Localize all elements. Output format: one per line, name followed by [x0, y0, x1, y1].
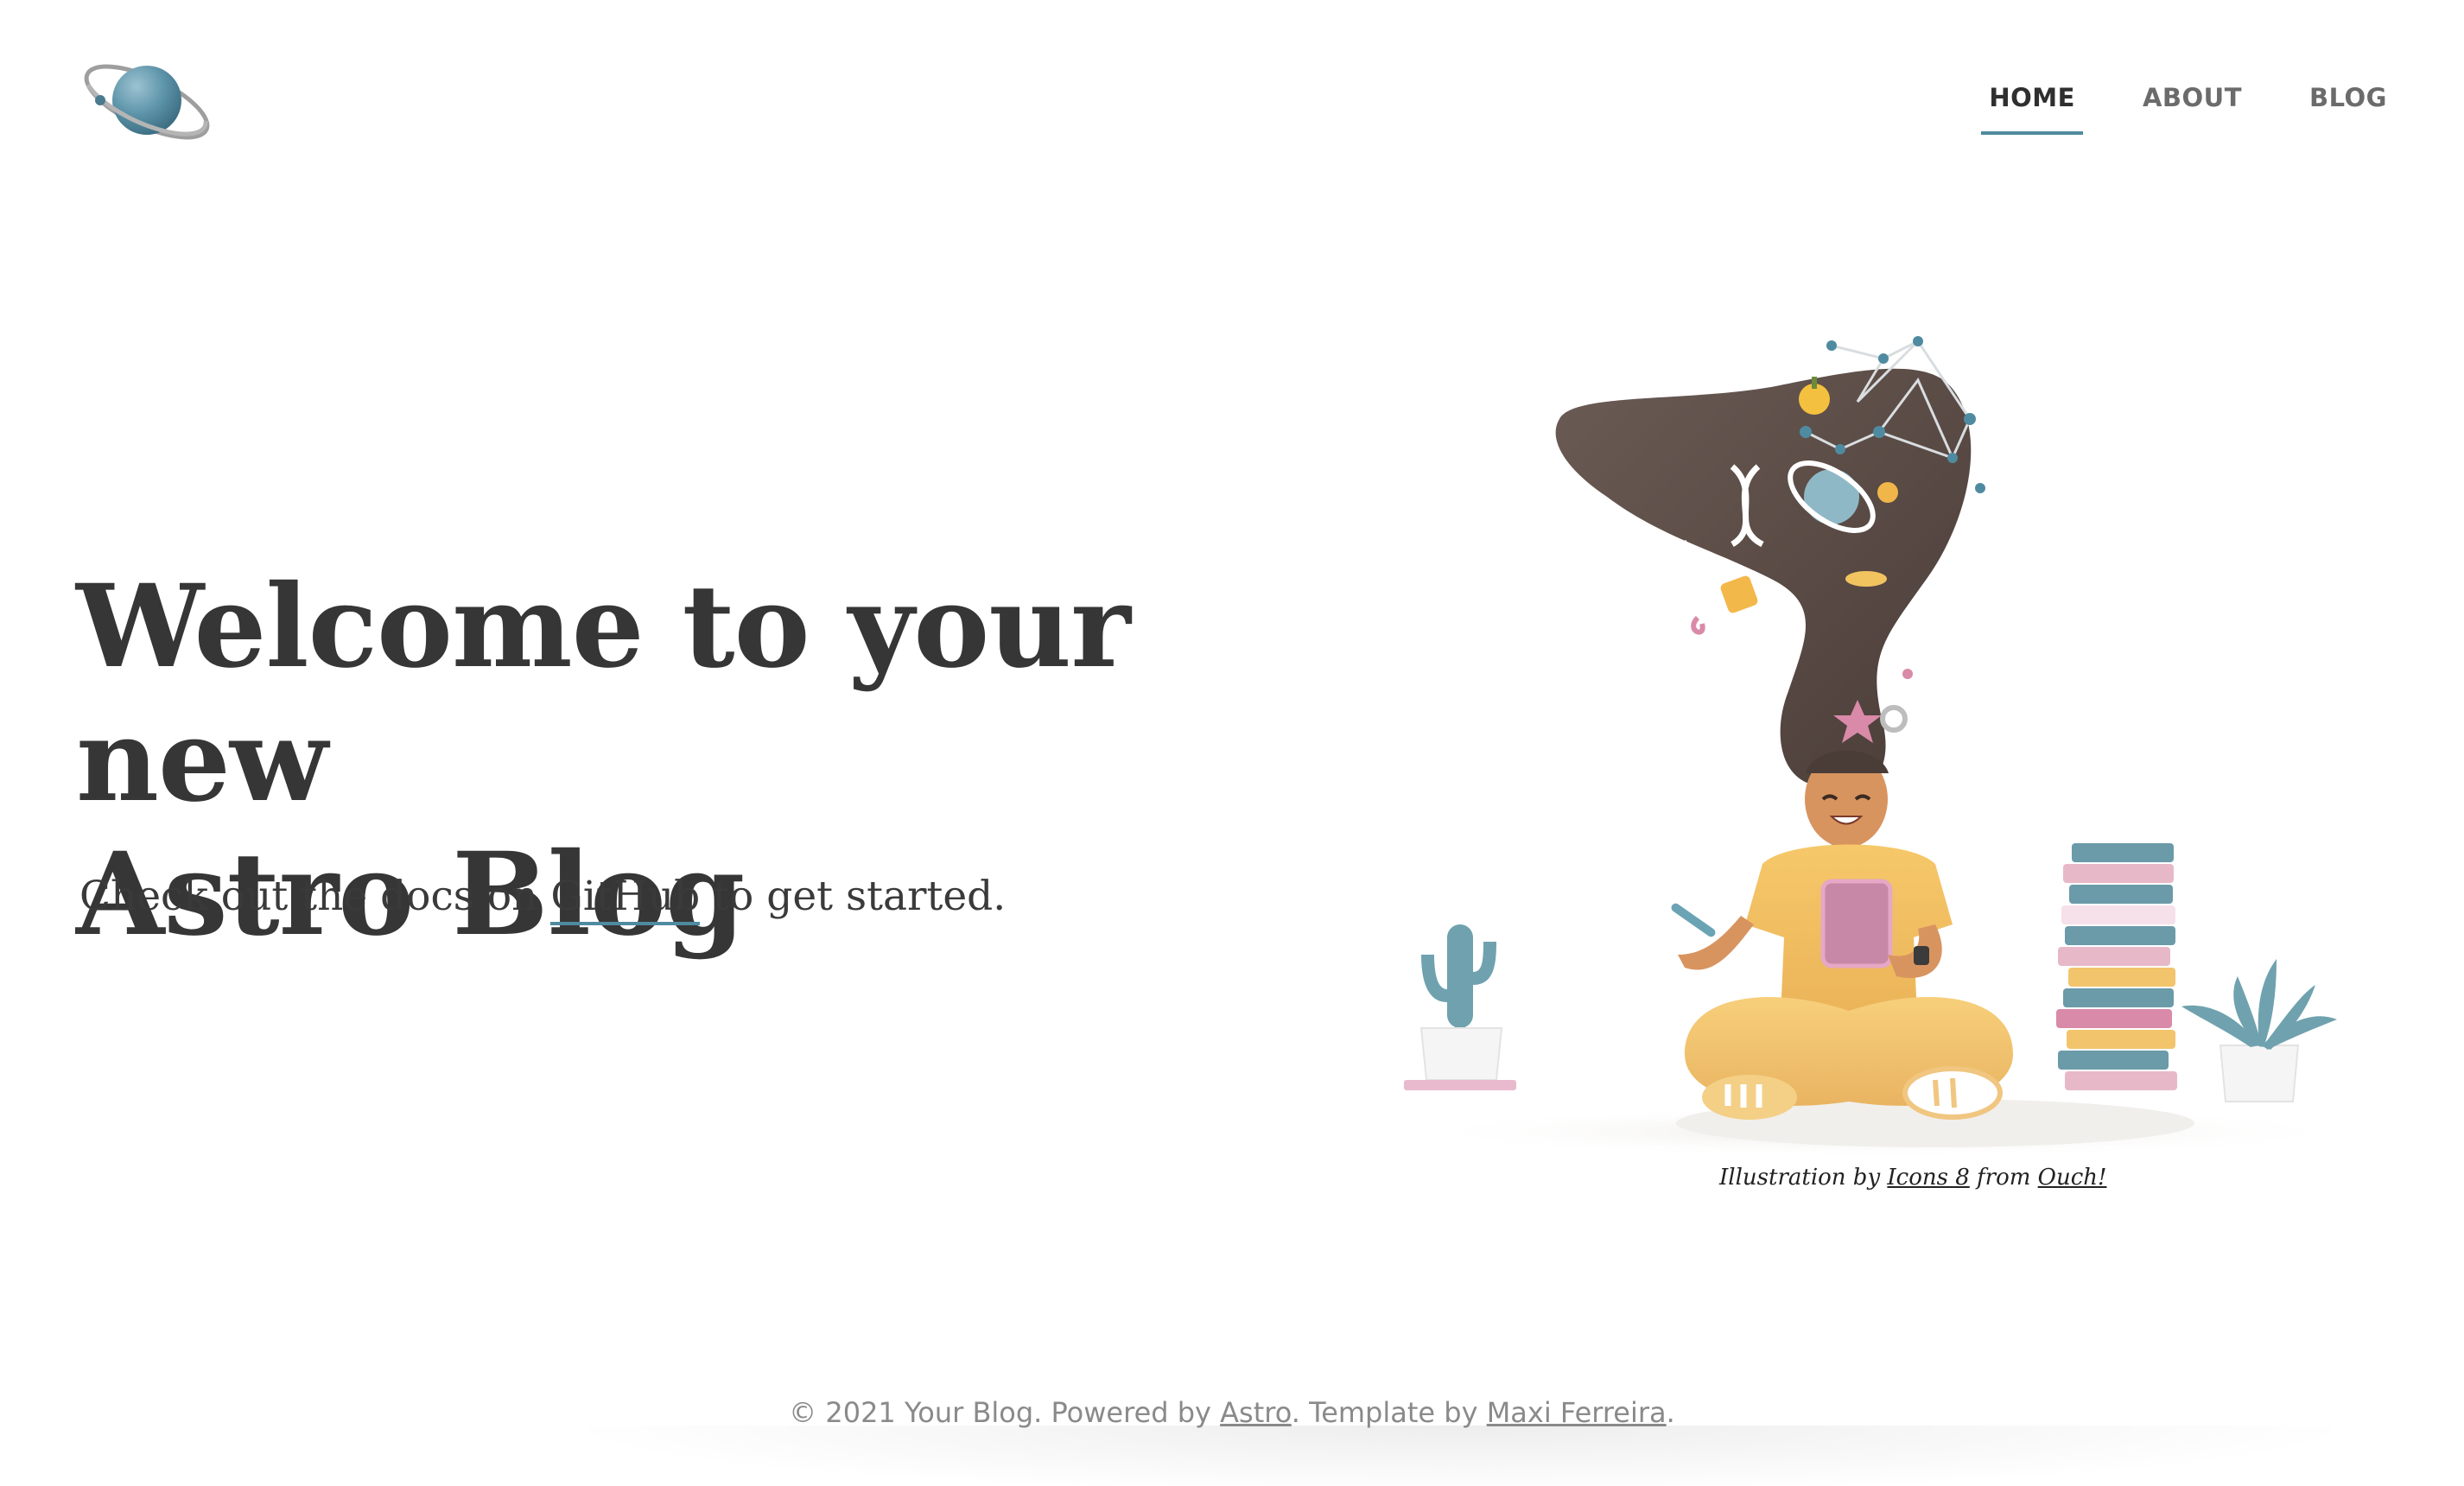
subtitle-text-after: to get started.	[700, 873, 1007, 920]
ouch-link[interactable]: Ouch!	[2038, 1165, 2107, 1191]
nav-blog[interactable]: BLOG	[2302, 83, 2395, 135]
girl-meditating-illustration	[1400, 336, 2367, 1158]
footer-prefix: © 2021 Your Blog. Powered by	[789, 1396, 1221, 1429]
hero-subtitle: Check out the docs on GitHub to get star…	[79, 873, 1007, 925]
planet-logo-icon	[84, 64, 210, 140]
icons8-link[interactable]: Icons 8	[1887, 1165, 1969, 1191]
github-link[interactable]: GitHub	[550, 873, 701, 925]
astro-link[interactable]: Astro	[1220, 1396, 1292, 1429]
subtitle-text-before: Check out the docs on	[79, 873, 551, 920]
maxi-ferreira-link[interactable]: Maxi Ferreira	[1487, 1396, 1667, 1429]
title-line-1: Welcome to your new	[76, 560, 1131, 828]
caption-prefix: Illustration by	[1719, 1165, 1888, 1191]
nav-home[interactable]: HOME	[1981, 83, 2083, 135]
page: HOME ABOUT BLOG Welcome to your new Astr…	[0, 0, 2464, 1486]
illustration-caption: Illustration by Icons 8 from Ouch!	[1719, 1165, 2107, 1191]
caption-middle: from	[1969, 1165, 2038, 1191]
main-nav: HOME ABOUT BLOG	[1981, 83, 2395, 135]
footer-shadow	[553, 1426, 2367, 1486]
footer-suffix: .	[1666, 1396, 1675, 1429]
footer-middle: . Template by	[1291, 1396, 1487, 1429]
footer: © 2021 Your Blog. Powered by Astro. Temp…	[0, 1396, 2464, 1429]
nav-about[interactable]: ABOUT	[2135, 83, 2250, 135]
